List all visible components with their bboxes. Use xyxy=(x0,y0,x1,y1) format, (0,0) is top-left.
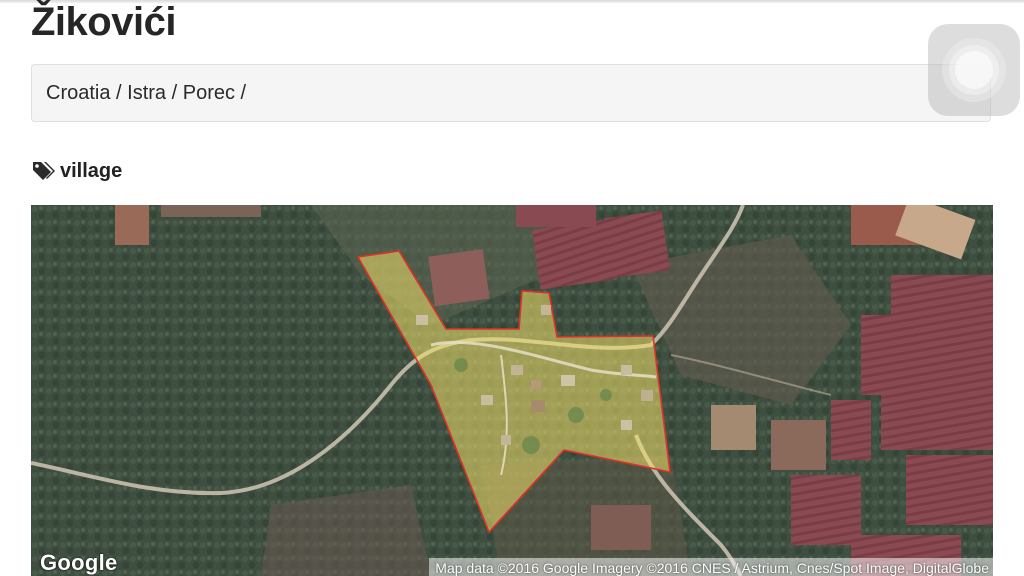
place-page: Žikovići Croatia / Istra / Porec / villa… xyxy=(0,0,1024,576)
breadcrumb-separator: / xyxy=(110,81,128,104)
assistive-touch-icon xyxy=(942,38,1006,102)
breadcrumb-item-country[interactable]: Croatia xyxy=(46,82,110,105)
breadcrumb-item-region[interactable]: Istra xyxy=(127,82,166,105)
tag-village[interactable]: village xyxy=(60,160,122,183)
tag-list: village xyxy=(31,156,122,186)
assistive-touch-button[interactable] xyxy=(928,24,1020,116)
breadcrumb: Croatia / Istra / Porec / xyxy=(31,64,991,122)
tags-icon xyxy=(33,162,55,180)
map-attribution: Map data ©2016 Google Imagery ©2016 CNES… xyxy=(429,558,993,576)
google-logo: Google xyxy=(40,550,118,575)
page-title: Žikovići xyxy=(31,0,176,44)
breadcrumb-item-city[interactable]: Porec xyxy=(183,82,235,105)
breadcrumb-separator: / xyxy=(166,81,183,104)
breadcrumb-separator: / xyxy=(234,81,252,104)
satellite-map[interactable]: Google Map data ©2016 Google Imagery ©20… xyxy=(31,205,993,576)
satellite-imagery xyxy=(31,205,993,576)
